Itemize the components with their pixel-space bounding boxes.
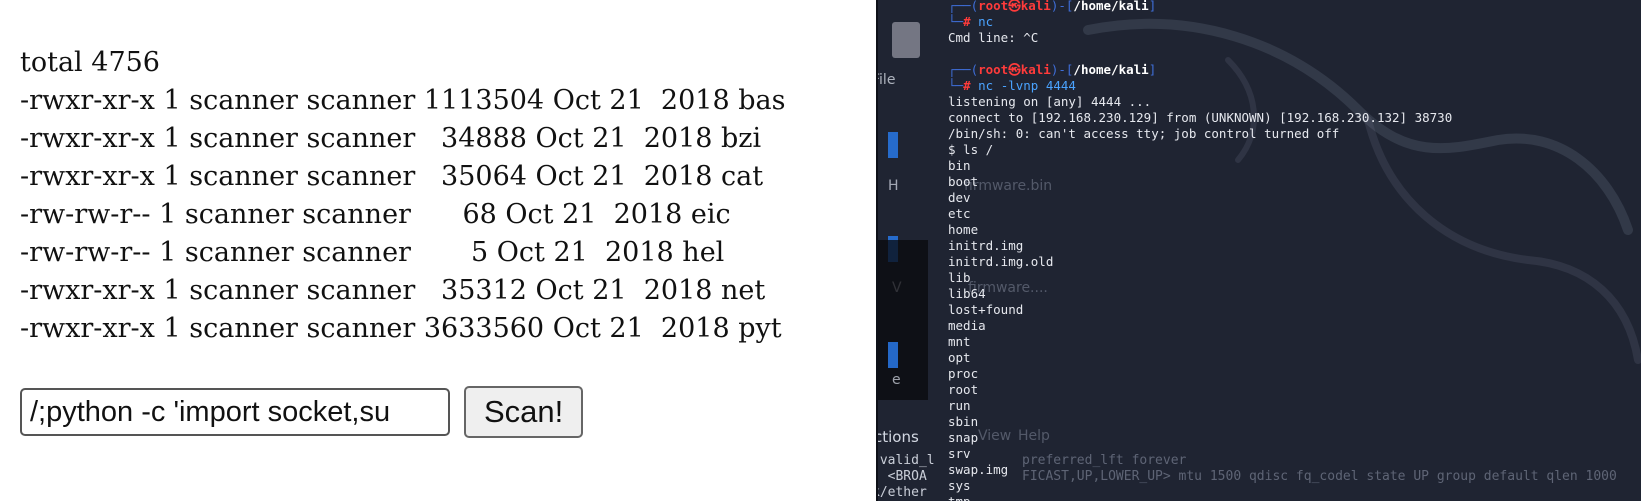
output-line: listening on [any] 4444 ... — [948, 94, 1152, 109]
output-line: initrd.img — [948, 238, 1024, 253]
output-line: swap.img — [948, 462, 1009, 477]
ghost-file-menu: File — [878, 72, 896, 88]
web-page: total 4756 -rwxr-xr-x 1 scanner scanner 1… — [0, 0, 880, 501]
ghost-output-line: : <BROA — [876, 469, 927, 484]
listing-line: -rwxr-xr-x 1 scanner scanner 35064 Oct 2… — [20, 161, 764, 192]
ghost-letter: e — [892, 372, 901, 388]
output-line: snap — [948, 430, 979, 445]
output-line: connect to [192.168.230.129] from (UNKNO… — [948, 110, 1453, 125]
output-line: /bin/sh: 0: can't access tty; job contro… — [948, 126, 1340, 141]
output-line: etc — [948, 206, 971, 221]
ghost-output-line: valid_l — [876, 453, 935, 468]
prompt-host: kali — [1020, 62, 1051, 77]
ghost-image-panel — [878, 240, 928, 400]
output-line: home — [948, 222, 979, 237]
output-line: mnt — [948, 334, 971, 349]
prompt-host: kali — [1020, 0, 1051, 13]
output-line: run — [948, 398, 971, 413]
output-line: bin — [948, 158, 971, 173]
command-input[interactable] — [20, 388, 450, 436]
prompt-user: root — [978, 0, 1009, 13]
shell-output: listening on [any] 4444 ... connect to [1… — [948, 94, 1452, 501]
output-line: dev — [948, 190, 971, 205]
output-line: initrd.img.old — [948, 254, 1054, 269]
output-line: media — [948, 318, 986, 333]
ghost-marker — [888, 132, 898, 158]
output-line: lib — [948, 270, 971, 285]
output-line: srv — [948, 446, 971, 461]
listing-line: -rw-rw-r-- 1 scanner scanner 68 Oct 21 2… — [20, 199, 731, 230]
listing-line: total 4756 — [20, 47, 160, 78]
command-text: nc — [970, 78, 994, 93]
terminal-output: ┌──(root㉿kali)-[/home/kali] └─# nc Cmd lin… — [948, 0, 1452, 501]
file-icon — [892, 22, 920, 58]
prompt-command-line: └─# nc -lvnp 4444 — [948, 78, 1076, 93]
ghost-output-line: k/ether — [876, 485, 927, 500]
prompt-path: /home/kali — [1073, 0, 1149, 13]
output-line: Cmd line: ^C — [948, 30, 1039, 45]
output-line: boot — [948, 174, 979, 189]
command-text: nc — [970, 14, 994, 29]
ghost-marker — [888, 342, 898, 368]
prompt-path: /home/kali — [1073, 62, 1149, 77]
output-line: root — [948, 382, 979, 397]
listing-line: -rw-rw-r-- 1 scanner scanner 5 Oct 21 20… — [20, 237, 725, 268]
output-line: sbin — [948, 414, 979, 429]
prompt-header: ┌──(root㉿kali)-[/home/kali] — [948, 0, 1157, 13]
prompt-command-line: └─# nc — [948, 14, 994, 29]
output-line: lib64 — [948, 286, 986, 301]
output-line: opt — [948, 350, 971, 365]
listing-line: -rwxr-xr-x 1 scanner scanner 1113504 Oct… — [20, 85, 786, 116]
listing-line: -rwxr-xr-x 1 scanner scanner 35312 Oct 2… — [20, 275, 766, 306]
output-line: sys — [948, 478, 971, 493]
command-args: -lvnp 4444 — [993, 78, 1076, 93]
listing-line: -rwxr-xr-x 1 scanner scanner 34888 Oct 2… — [20, 123, 762, 154]
output-line: lost+found — [948, 302, 1024, 317]
prompt-header: ┌──(root㉿kali)-[/home/kali] — [948, 62, 1157, 77]
scan-form: Scan! — [20, 386, 584, 438]
ghost-actions-menu: ctions — [876, 428, 919, 446]
output-line: proc — [948, 366, 979, 381]
output-line: $ ls / — [948, 142, 994, 157]
ghost-letter: H — [888, 178, 899, 194]
listing-line: -rwxr-xr-x 1 scanner scanner 3633560 Oct… — [20, 313, 782, 344]
output-line: tmp — [948, 494, 1452, 501]
prompt-user: root — [978, 62, 1009, 77]
terminal-window[interactable]: File H firmware.bin V firmware.... e cti… — [876, 0, 1641, 501]
scan-button[interactable]: Scan! — [464, 386, 584, 438]
directory-listing: total 4756 -rwxr-xr-x 1 scanner scanner 1… — [20, 44, 785, 348]
